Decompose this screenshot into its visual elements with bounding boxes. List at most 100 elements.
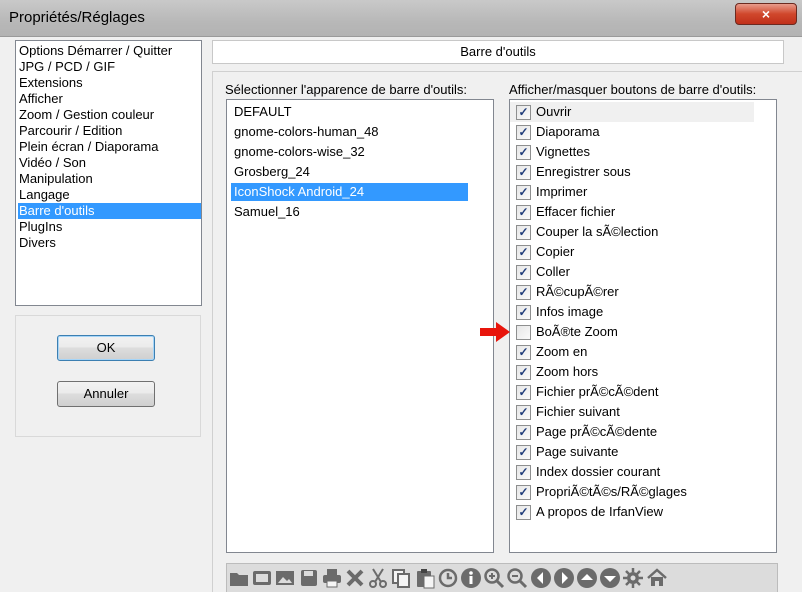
toolbar-button-row[interactable]: ✓ Imprimer xyxy=(510,182,754,202)
toolbar-button-row[interactable]: ✓ Copier xyxy=(510,242,754,262)
toolbar-button-row[interactable]: BoÃ®te Zoom xyxy=(510,322,754,342)
cancel-button[interactable]: Annuler xyxy=(57,381,155,407)
toolbar-button-row[interactable]: ✓ Enregistrer sous xyxy=(510,162,754,182)
checkbox-checked[interactable]: ✓ xyxy=(516,365,531,380)
toolbar-button-label: Index dossier courant xyxy=(536,464,661,479)
properties-dialog: Propriétés/Réglages × Options Démarrer /… xyxy=(0,0,802,592)
cut-icon xyxy=(369,568,388,588)
appearance-item[interactable]: DEFAULT xyxy=(231,103,292,121)
toolbar-button-row[interactable]: ✓ Coller xyxy=(510,262,754,282)
checkbox-checked[interactable]: ✓ xyxy=(516,445,531,460)
toolbar-button-row[interactable]: ✓ Infos image xyxy=(510,302,754,322)
ok-button[interactable]: OK xyxy=(57,335,155,361)
checkbox-checked[interactable]: ✓ xyxy=(516,425,531,440)
nav-item[interactable]: Langage xyxy=(18,187,201,203)
checkbox-checked[interactable]: ✓ xyxy=(516,405,531,420)
nav-item[interactable]: Barre d'outils xyxy=(18,203,201,219)
toolbar-preview xyxy=(226,563,778,592)
nav-item[interactable]: Afficher xyxy=(18,91,201,107)
checkbox-checked[interactable]: ✓ xyxy=(516,465,531,480)
nav-item[interactable]: Vidéo / Son xyxy=(18,155,201,171)
appearance-item[interactable]: Grosberg_24 xyxy=(231,163,310,181)
nav-item[interactable]: Zoom / Gestion couleur xyxy=(18,107,201,123)
toolbar-button-row[interactable]: ✓ Couper la sÃ©lection xyxy=(510,222,754,242)
nav-item[interactable]: Extensions xyxy=(18,75,201,91)
thumbnails-icon xyxy=(276,571,295,585)
checkbox-unchecked[interactable] xyxy=(516,325,531,340)
toolbar-button-row[interactable]: ✓ Zoom en xyxy=(510,342,754,362)
toolbar-button-row[interactable]: ✓ Zoom hors xyxy=(510,362,754,382)
toolbar-button-row[interactable]: ✓ Page suivante xyxy=(510,442,754,462)
toolbar-button-row[interactable]: ✓ Ouvrir xyxy=(510,102,754,122)
toolbar-button-label: Coller xyxy=(536,264,570,279)
toolbar-button-label: A propos de IrfanView xyxy=(536,504,663,519)
window-title: Propriétés/Réglages xyxy=(9,9,145,26)
checkbox-checked[interactable]: ✓ xyxy=(516,505,531,520)
toolbar-skin-list[interactable]: DEFAULT gnome-colors-human_48 gnome-colors… xyxy=(226,99,494,553)
zoom-out-icon xyxy=(507,568,528,589)
toolbar-button-label: BoÃ®te Zoom xyxy=(536,324,618,339)
toolbar-buttons-checklist[interactable]: ✓ Ouvrir ✓ Diaporama ✓ Vignettes ✓ Enregistrer … xyxy=(509,99,777,553)
checkbox-checked[interactable]: ✓ xyxy=(516,285,531,300)
appearance-item[interactable]: gnome-colors-wise_32 xyxy=(231,143,365,161)
toolbar-button-label: Zoom en xyxy=(536,344,588,359)
toolbar-button-row[interactable]: ✓ Index dossier courant xyxy=(510,462,754,482)
nav-item[interactable]: Divers xyxy=(18,235,201,251)
checkbox-checked[interactable]: ✓ xyxy=(516,225,531,240)
settings-icon xyxy=(623,568,644,588)
checkbox-checked[interactable]: ✓ xyxy=(516,125,531,140)
toolbar-button-label: Ouvrir xyxy=(536,104,572,119)
toolbar-button-label: RÃ©cupÃ©rer xyxy=(536,284,619,299)
previous-icon xyxy=(530,568,551,588)
toolbar-button-row[interactable]: ✓ Page prÃ©cÃ©dente xyxy=(510,422,754,442)
paste-icon xyxy=(416,569,435,589)
nav-item[interactable]: PlugIns xyxy=(18,219,201,235)
save-icon xyxy=(300,570,317,586)
toolbar-button-row[interactable]: ✓ Effacer fichier xyxy=(510,202,754,222)
delete-icon xyxy=(346,569,364,587)
previous-page-icon xyxy=(577,568,597,588)
next-page-icon xyxy=(600,568,621,588)
print-icon xyxy=(322,569,341,588)
checkbox-checked[interactable]: ✓ xyxy=(516,185,531,200)
toolbar-button-label: Page prÃ©cÃ©dente xyxy=(536,424,658,439)
checkbox-checked[interactable]: ✓ xyxy=(516,485,531,500)
toolbar-button-label: Page suivante xyxy=(536,444,619,459)
checkbox-checked[interactable]: ✓ xyxy=(516,305,531,320)
toolbar-button-label: Imprimer xyxy=(536,184,588,199)
appearance-item[interactable]: gnome-colors-human_48 xyxy=(231,123,379,141)
toolbar-button-label: PropriÃ©tÃ©s/RÃ©glages xyxy=(536,484,687,499)
checkbox-checked[interactable]: ✓ xyxy=(516,165,531,180)
nav-item[interactable]: Manipulation xyxy=(18,171,201,187)
checkbox-checked[interactable]: ✓ xyxy=(516,105,531,120)
red-arrow-icon xyxy=(480,322,510,342)
nav-item[interactable]: JPG / PCD / GIF xyxy=(18,59,201,75)
copy-icon xyxy=(392,569,411,588)
appearance-item[interactable]: IconShock Android_24 xyxy=(231,183,468,201)
toolbar-button-row[interactable]: ✓ Fichier prÃ©cÃ©dent xyxy=(510,382,754,402)
checkbox-checked[interactable]: ✓ xyxy=(516,245,531,260)
appearance-item[interactable]: Samuel_16 xyxy=(231,203,300,221)
close-button[interactable]: × xyxy=(735,3,797,25)
toolbar-button-label: Zoom hors xyxy=(536,364,599,379)
toolbar-button-label: Fichier suivant xyxy=(536,404,620,419)
title-bar[interactable]: Propriétés/Réglages × xyxy=(0,0,802,37)
toolbar-button-row[interactable]: ✓ Fichier suivant xyxy=(510,402,754,422)
checkbox-checked[interactable]: ✓ xyxy=(516,385,531,400)
settings-category-list[interactable]: Options Démarrer / Quitter JPG / PCD / GI… xyxy=(15,40,202,306)
toolbar-button-label: Diaporama xyxy=(536,124,600,139)
checkbox-checked[interactable]: ✓ xyxy=(516,205,531,220)
toolbar-button-row[interactable]: ✓ Diaporama xyxy=(510,122,754,142)
checkbox-checked[interactable]: ✓ xyxy=(516,345,531,360)
toolbar-button-row[interactable]: ✓ PropriÃ©tÃ©s/RÃ©glages xyxy=(510,482,754,502)
checkbox-checked[interactable]: ✓ xyxy=(516,145,531,160)
nav-item[interactable]: Options Démarrer / Quitter xyxy=(18,43,201,59)
nav-item[interactable]: Parcourir / Edition xyxy=(18,123,201,139)
toolbar-button-label: Vignettes xyxy=(536,144,590,159)
toolbar-button-row[interactable]: ✓ A propos de IrfanView xyxy=(510,502,754,522)
nav-item[interactable]: Plein écran / Diaporama xyxy=(18,139,201,155)
home-icon xyxy=(646,568,667,586)
checkbox-checked[interactable]: ✓ xyxy=(516,265,531,280)
toolbar-button-row[interactable]: ✓ Vignettes xyxy=(510,142,754,162)
toolbar-button-row[interactable]: ✓ RÃ©cupÃ©rer xyxy=(510,282,754,302)
